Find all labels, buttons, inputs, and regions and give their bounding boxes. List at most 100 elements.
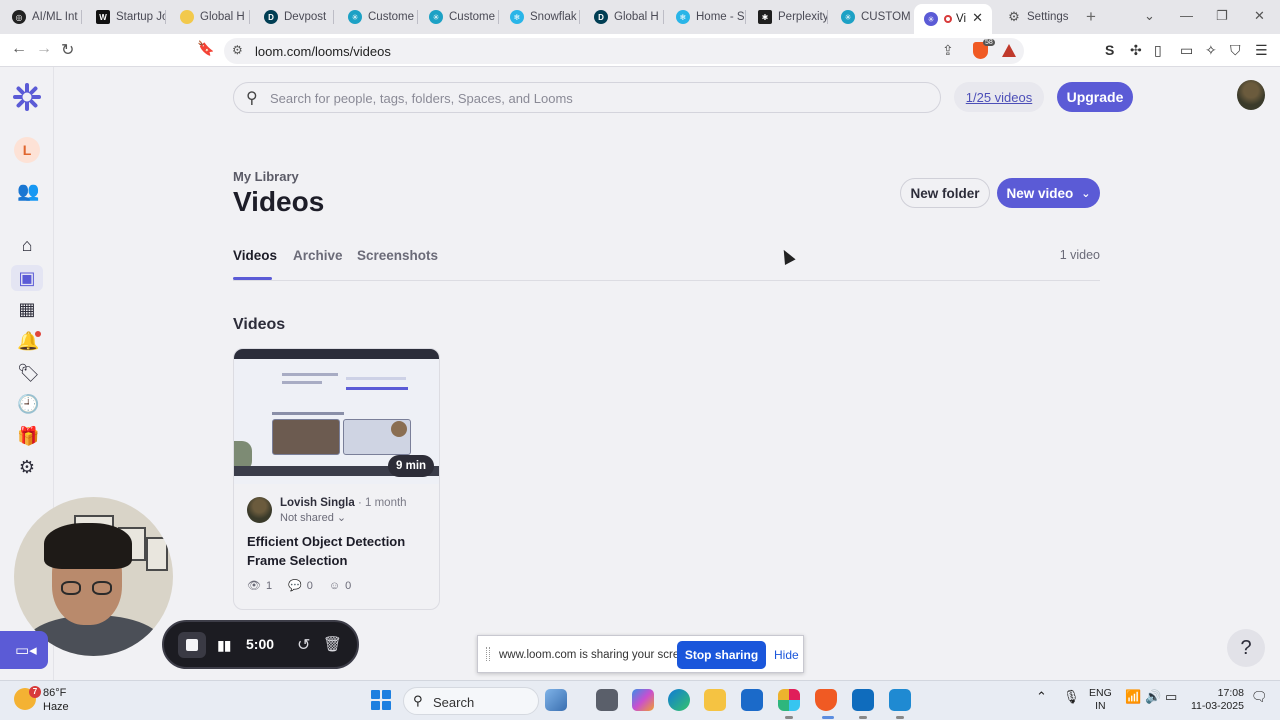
slack-icon[interactable] (778, 689, 800, 711)
browser-tab-4[interactable]: D Devpost (254, 4, 334, 30)
browser-tab-5[interactable]: ✳ Custome (338, 4, 418, 30)
weather-description[interactable]: Haze (43, 701, 69, 713)
browser-tab-2[interactable]: W Startup Jo (86, 4, 166, 30)
active-tab-indicator (233, 277, 272, 280)
calendar-icon[interactable]: ▦ (17, 299, 37, 319)
video-thumbnail[interactable]: 9 min (234, 349, 439, 484)
edge-icon[interactable] (668, 689, 690, 711)
team-icon[interactable]: 👥 (17, 181, 39, 201)
menu-icon[interactable]: ☰ (1255, 42, 1268, 59)
language-indicator[interactable]: ENG IN (1089, 687, 1112, 713)
outlook-icon[interactable] (852, 689, 874, 711)
leo-ai-icon[interactable]: ✧ (1205, 42, 1217, 59)
share-icon[interactable]: ⇪ (942, 42, 954, 59)
openai-icon: ◎ (12, 10, 26, 24)
forward-icon[interactable]: → (36, 40, 52, 58)
stop-recording-button[interactable] (178, 632, 206, 658)
widgets-icon[interactable] (545, 689, 567, 711)
sidebar-icon[interactable]: ▯ (1154, 42, 1162, 59)
video-title[interactable]: Efficient Object Detection Frame Selecti… (247, 532, 432, 570)
drag-handle[interactable] (486, 647, 490, 661)
extension-s-icon[interactable]: S (1105, 42, 1114, 58)
browser-tab-6[interactable]: ✳ Custome (419, 4, 499, 30)
gift-icon[interactable]: 🎁 (17, 426, 39, 446)
minimize-icon[interactable]: — (1180, 8, 1193, 23)
bookmark-icon[interactable]: 🔖 (197, 40, 214, 57)
browser-tab-9[interactable]: ❄ Home - S (666, 4, 746, 30)
browser-tab-8[interactable]: D Global H (584, 4, 664, 30)
hp-app-icon[interactable] (741, 689, 763, 711)
site-info-icon[interactable]: ⚙ (232, 43, 243, 57)
help-button[interactable]: ? (1227, 629, 1265, 667)
vscode-icon[interactable] (889, 689, 911, 711)
restart-icon[interactable]: ↺ (297, 635, 310, 655)
restore-icon[interactable]: ❐ (1216, 8, 1228, 24)
library-search[interactable]: ⚲ Search for people, tags, folders, Spac… (233, 82, 941, 113)
video-quota-link[interactable]: 1/25 videos (954, 82, 1044, 112)
tab-archive[interactable]: Archive (293, 248, 343, 263)
system-clock[interactable]: 17:08 11-03-2025 (1191, 687, 1244, 713)
wifi-icon[interactable]: 📶 (1125, 689, 1141, 705)
bookmark-nav-icon[interactable]: 🏷 (17, 363, 40, 383)
library-icon[interactable]: ▣ (17, 268, 37, 288)
brave-icon[interactable] (815, 689, 837, 711)
close-tab-icon[interactable]: ✕ (972, 10, 983, 26)
microphone-icon[interactable]: 🎙 (1063, 689, 1080, 705)
comment-icon: 💬 (288, 580, 302, 592)
browser-tab-11[interactable]: ✳ CUSTOM (831, 4, 911, 30)
browser-tab-3[interactable]: Global H (170, 4, 250, 30)
reactions-stat: ☺ 0 (328, 579, 352, 592)
history-icon[interactable]: 🕘 (17, 394, 39, 414)
reload-icon[interactable]: ↻ (61, 40, 74, 60)
task-view-icon[interactable] (596, 689, 618, 711)
tab-screenshots[interactable]: Screenshots (357, 248, 438, 263)
sharing-dropdown[interactable]: Not shared ⌄ (280, 511, 346, 524)
workspace-avatar[interactable]: L (14, 137, 40, 163)
browser-tab-7[interactable]: ❄ Snowflak (500, 4, 580, 30)
video-card[interactable]: 9 min Lovish Singla · 1 month Not shared… (233, 348, 440, 610)
new-video-button[interactable]: New video ⌄ (997, 178, 1100, 208)
breadcrumb[interactable]: My Library (233, 169, 299, 184)
back-icon[interactable]: ← (11, 40, 27, 58)
browser-tab-10[interactable]: ✱ Perplexity (748, 4, 828, 30)
home-icon[interactable]: ⌂ (17, 235, 37, 255)
volume-icon[interactable]: 🔊 (1145, 689, 1161, 705)
video-stats: 👁 1 💬 0 ☺ 0 (247, 579, 352, 593)
tab-search-icon[interactable]: ⌄ (1144, 8, 1155, 24)
url-text[interactable]: loom.com/looms/videos (255, 44, 391, 59)
camera-toggle[interactable]: ▭◂ (0, 631, 48, 669)
screen-share-bar: www.loom.com is sharing your screen. Sto… (477, 635, 804, 673)
vpn-icon[interactable]: ⛉ (1230, 42, 1241, 59)
bell-icon[interactable]: 🔔 (17, 331, 39, 351)
trash-icon[interactable]: 🗑 (323, 635, 342, 653)
pause-icon[interactable]: ▮▮ (217, 637, 231, 654)
eye-icon: 👁 (247, 580, 261, 592)
new-tab-icon[interactable]: + (1086, 7, 1096, 27)
taskbar-search[interactable]: ⚲ Search (403, 687, 539, 715)
upgrade-button[interactable]: Upgrade (1057, 82, 1133, 112)
battery-icon[interactable]: ▭ (1165, 689, 1177, 705)
stop-sharing-button[interactable]: Stop sharing (677, 641, 766, 669)
weather-temperature[interactable]: 86°F (43, 687, 66, 699)
tray-overflow-icon[interactable]: ⌃ (1036, 689, 1047, 705)
extensions-icon[interactable]: ✣ (1130, 42, 1142, 59)
browser-tab-settings[interactable]: ⚙ Settings (997, 4, 1077, 30)
start-icon[interactable] (371, 690, 391, 710)
brave-rewards-icon[interactable] (1002, 44, 1016, 57)
file-explorer-icon[interactable] (704, 689, 726, 711)
video-camera-icon: ▭◂ (15, 642, 37, 659)
copilot-icon[interactable] (632, 689, 654, 711)
new-folder-button[interactable]: New folder (900, 178, 990, 208)
settings-icon[interactable]: ⚙ (17, 457, 37, 477)
hide-share-bar-link[interactable]: Hide (774, 648, 799, 662)
browser-tab-active[interactable]: ✳ Vi ✕ (914, 4, 992, 34)
tab-videos[interactable]: Videos (233, 248, 277, 263)
close-window-icon[interactable]: ✕ (1254, 8, 1265, 24)
user-avatar[interactable] (1237, 80, 1265, 110)
wallet-icon[interactable]: ▭ (1180, 42, 1193, 59)
url-bar[interactable]: ⚙ loom.com/looms/videos ⇪ 58 (224, 38, 1024, 64)
loom-logo-icon[interactable] (13, 83, 41, 111)
browser-tab-1[interactable]: ◎ AI/ML Int (2, 4, 82, 30)
smile-icon: ☺ (328, 579, 341, 592)
notifications-icon[interactable]: 🗨 (1251, 689, 1268, 705)
